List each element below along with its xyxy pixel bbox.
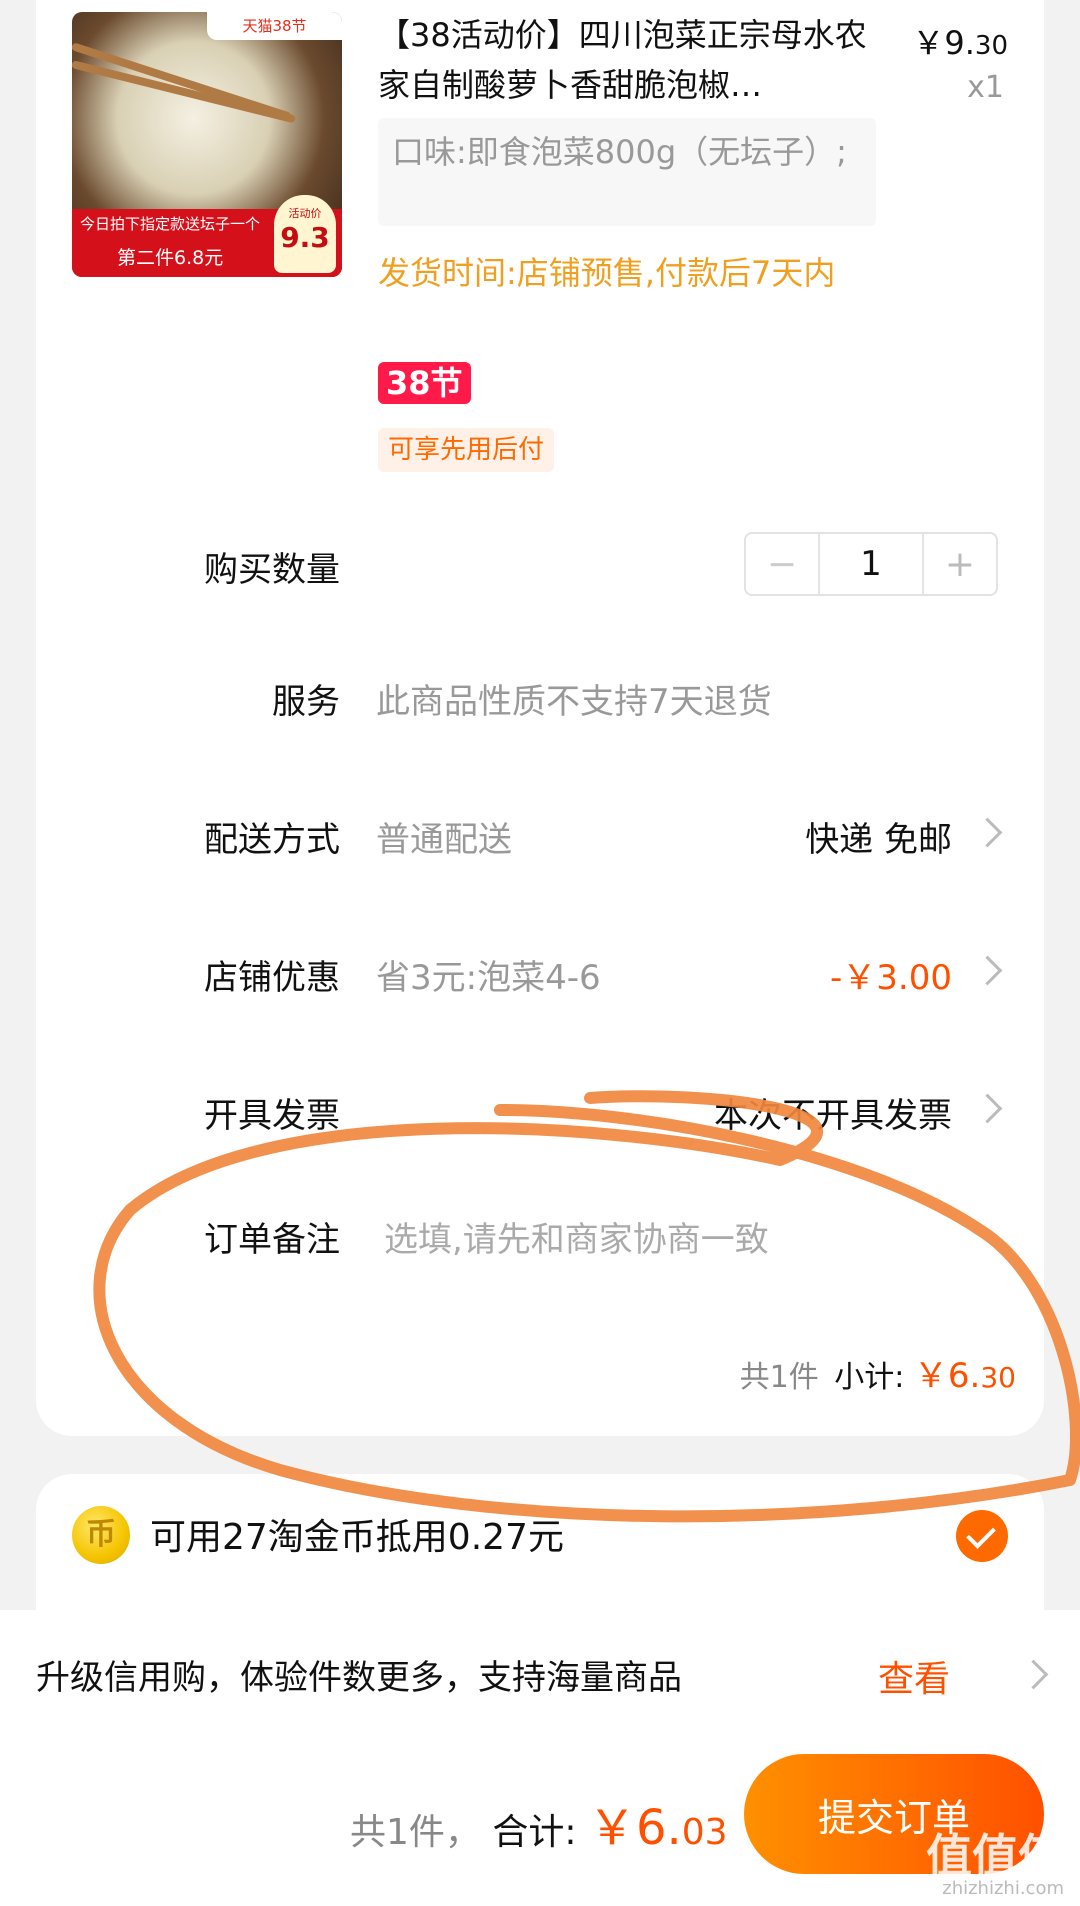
total-amount: ￥6.03: [587, 1800, 728, 1856]
increment-button[interactable]: +: [922, 534, 996, 594]
product-price: ￥9.30: [912, 24, 1008, 62]
promo-line-2: 第二件6.8元: [117, 247, 224, 269]
remark-input[interactable]: 选填,请先和商家协商一致: [384, 1212, 769, 1261]
festival-tag: 天猫38节: [207, 12, 342, 40]
ship-time: 发货时间:店铺预售,付款后7天内: [378, 254, 836, 292]
watermark-site: zhizhizhi.com: [942, 1878, 1064, 1899]
coin-icon: 币: [72, 1506, 130, 1564]
check-icon[interactable]: [956, 1510, 1008, 1562]
product-title[interactable]: 【38活动价】四川泡菜正宗母水农家自制酸萝卜香甜脆泡椒…: [378, 10, 878, 110]
pay-later-badge: 可享先用后付: [378, 428, 555, 472]
image-price-badge: 活动价 9.3: [274, 195, 336, 273]
upgrade-text: 升级信用购，体验件数更多，支持海量商品: [36, 1658, 682, 1698]
chopsticks-graphic: [72, 60, 297, 124]
promo-line-1: 今日拍下指定款送坛子一个: [80, 215, 261, 233]
delivery-option[interactable]: 快递 免邮: [805, 812, 952, 861]
product-thumbnail[interactable]: 天猫38节 今日拍下指定款送坛子一个 第二件6.8元 活动价 9.3: [72, 12, 342, 277]
remark-label: 订单备注: [204, 1220, 340, 1260]
subtotal-amount: ￥6.30: [913, 1356, 1016, 1396]
image-price-label: 活动价: [288, 207, 322, 220]
order-total: 共1件， 合计: ￥6.03: [350, 1788, 728, 1858]
image-price-value: 9.3: [280, 221, 330, 254]
quantity-value[interactable]: 1: [820, 534, 922, 594]
subtotal: 共1件 小计: ￥6.30: [740, 1348, 1016, 1397]
subtotal-count: 共1件: [739, 1360, 819, 1395]
total-count: 共1件，: [350, 1812, 481, 1853]
total-label: 合计:: [492, 1812, 577, 1853]
quantity-stepper[interactable]: − 1 +: [744, 532, 998, 596]
view-link[interactable]: 查看: [878, 1650, 950, 1702]
coupon-label: 店铺优惠: [204, 958, 340, 998]
service-label: 服务: [272, 682, 340, 722]
decrement-button[interactable]: −: [746, 534, 820, 594]
invoice-value[interactable]: 本次不开具发票: [714, 1088, 952, 1137]
coin-text: 可用27淘金币抵用0.27元: [150, 1517, 564, 1558]
festival-badge: 38节: [378, 362, 471, 404]
service-value: 此商品性质不支持7天退货: [376, 682, 772, 722]
coupon-value[interactable]: 省3元:泡菜4-6: [376, 950, 601, 999]
invoice-label: 开具发票: [204, 1096, 340, 1136]
delivery-value[interactable]: 普通配送: [376, 812, 512, 861]
product-quantity: x1: [967, 70, 1004, 105]
delivery-label: 配送方式: [204, 820, 340, 860]
coupon-amount[interactable]: -￥3.00: [830, 950, 952, 999]
quantity-label: 购买数量: [204, 550, 340, 590]
watermark-logo: 值值值: [926, 1829, 1064, 1883]
product-spec: 口味:即食泡菜800g（无坛子）;: [378, 118, 876, 226]
subtotal-label: 小计:: [834, 1360, 905, 1395]
